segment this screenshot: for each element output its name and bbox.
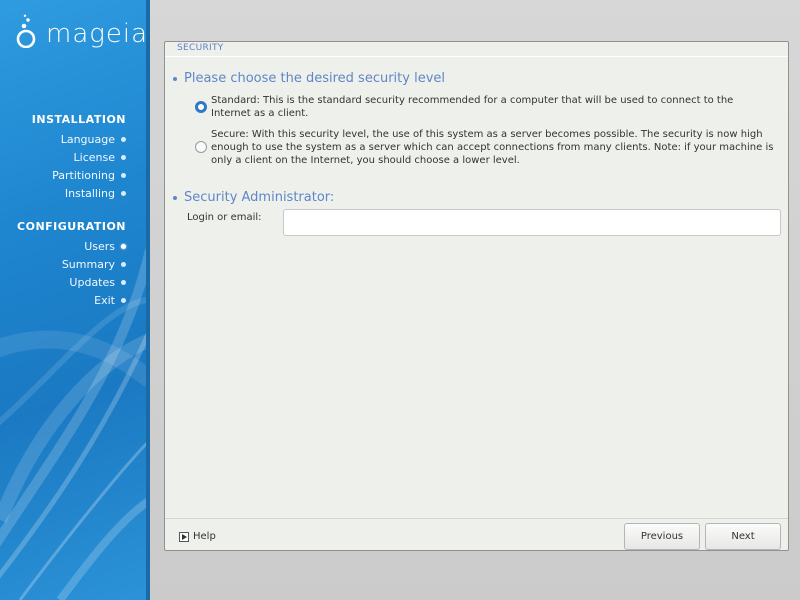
bullet-icon [173, 76, 177, 81]
radio-option-standard[interactable]: Standard: This is the standard security … [195, 94, 775, 120]
help-label[interactable]: Help [193, 531, 216, 542]
step-dot-icon [121, 297, 126, 303]
configuration-steps: CONFIGURATION Users Summary Updates Exit [0, 219, 140, 309]
step-license: License [0, 148, 140, 166]
bullet-icon [173, 195, 177, 200]
radio-secure-label[interactable]: Secure: With this security level, the us… [211, 128, 775, 167]
step-label: Partitioning [52, 168, 115, 182]
radio-secure[interactable] [195, 141, 207, 153]
title-divider [165, 56, 788, 57]
step-label: Users [84, 239, 115, 253]
next-button[interactable]: Next [705, 523, 781, 550]
step-dot-icon [121, 154, 126, 160]
mageia-cauldron-icon [16, 14, 36, 48]
radio-standard[interactable] [195, 101, 207, 113]
step-label: Language [60, 132, 115, 146]
play-triangle-icon [179, 531, 189, 542]
step-label: Installing [64, 186, 115, 200]
security-admin-heading: Security Administrator: [173, 190, 334, 205]
security-panel: SECURITY Please choose the desired secur… [164, 41, 789, 551]
step-dot-icon [121, 172, 126, 178]
security-admin-heading-text: Security Administrator: [184, 190, 335, 205]
step-installing: Installing [0, 184, 140, 202]
previous-button[interactable]: Previous [624, 523, 700, 550]
step-label: License [73, 150, 115, 164]
installation-heading: INSTALLATION [31, 113, 126, 126]
footer-divider [165, 518, 788, 519]
mageia-logo: mageia [12, 14, 148, 48]
installation-steps: INSTALLATION Language License Partitioni… [0, 112, 140, 202]
installer-sidebar: mageia INSTALLATION Language License Par… [0, 0, 150, 600]
configuration-heading: CONFIGURATION [17, 220, 126, 233]
step-label: Exit [94, 293, 115, 307]
login-label: Login or email: [187, 212, 262, 223]
step-dot-icon [121, 243, 126, 249]
step-label: Updates [69, 275, 115, 289]
radio-option-secure[interactable]: Secure: With this security level, the us… [195, 128, 775, 167]
step-summary: Summary [0, 255, 140, 273]
step-exit: Exit [0, 291, 140, 309]
panel-title: SECURITY [177, 43, 224, 53]
help-button[interactable]: Help [179, 531, 216, 542]
step-dot-icon [121, 279, 126, 285]
step-partitioning: Partitioning [0, 166, 140, 184]
step-dot-icon [121, 261, 126, 267]
security-level-heading-text: Please choose the desired security level [184, 71, 446, 86]
step-language: Language [0, 130, 140, 148]
step-dot-icon [121, 190, 126, 196]
step-dot-icon [121, 136, 126, 142]
logo-text: mageia [46, 19, 149, 49]
step-label: Summary [61, 257, 115, 271]
login-input[interactable] [283, 209, 781, 236]
security-level-heading: Please choose the desired security level [173, 71, 445, 86]
radio-standard-label[interactable]: Standard: This is the standard security … [211, 94, 775, 120]
step-users: Users [0, 237, 140, 255]
step-updates: Updates [0, 273, 140, 291]
